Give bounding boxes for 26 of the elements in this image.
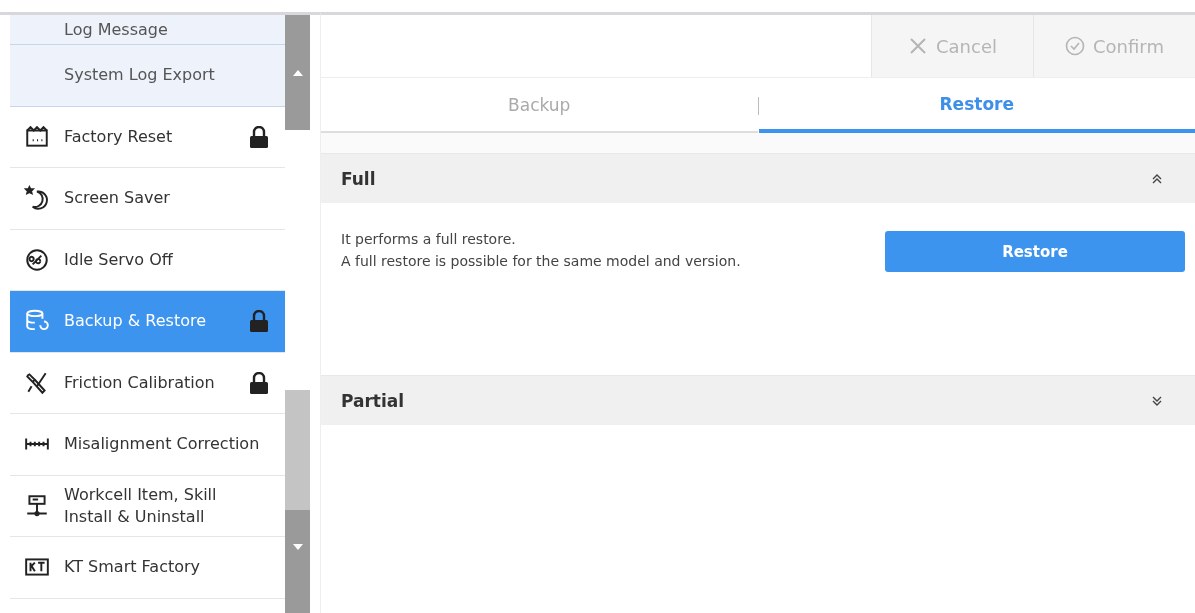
description-text: It performs a full restore. — [341, 231, 517, 247]
sidebar-item-label: Screen Saver — [64, 187, 171, 210]
scrollbar[interactable] — [285, 15, 310, 613]
sidebar-item[interactable]: Factory Reset — [10, 106, 285, 168]
close-icon — [908, 36, 928, 56]
sidebar-item-label: Misalignment Correction — [64, 433, 261, 456]
sidebar-item-label: System Log Export — [64, 64, 216, 87]
sidebar-item[interactable]: Friction Calibration — [10, 352, 285, 414]
network-icon — [24, 492, 50, 519]
sidebar-item-label: Idle Servo Off — [64, 248, 174, 271]
sidebar-item-label: Log Message — [64, 18, 169, 41]
sidebar-item-label: Factory Reset — [64, 125, 174, 148]
sidebar-item-label: Workcell Item, Skill Install & Uninstall — [64, 484, 218, 528]
sidebar-item-label: KT Smart Factory — [64, 556, 202, 579]
sidebar-item-label: Backup & Restore — [64, 310, 207, 333]
description-text: A full restore is possible for the same model and version. — [341, 253, 741, 269]
sidebar-item[interactable]: System Log Export — [10, 45, 285, 107]
section-header[interactable]: Full — [321, 153, 1195, 203]
factory-icon — [24, 123, 50, 150]
collapse-icon — [1151, 172, 1163, 185]
section-header[interactable]: Partial — [321, 375, 1195, 425]
sidebar-item-label: Friction Calibration — [64, 371, 216, 394]
moon-star-icon — [24, 185, 50, 212]
expand-icon — [1151, 394, 1163, 407]
sidebar-item[interactable]: Log Message — [10, 15, 285, 45]
check-circle-icon — [1065, 36, 1085, 56]
